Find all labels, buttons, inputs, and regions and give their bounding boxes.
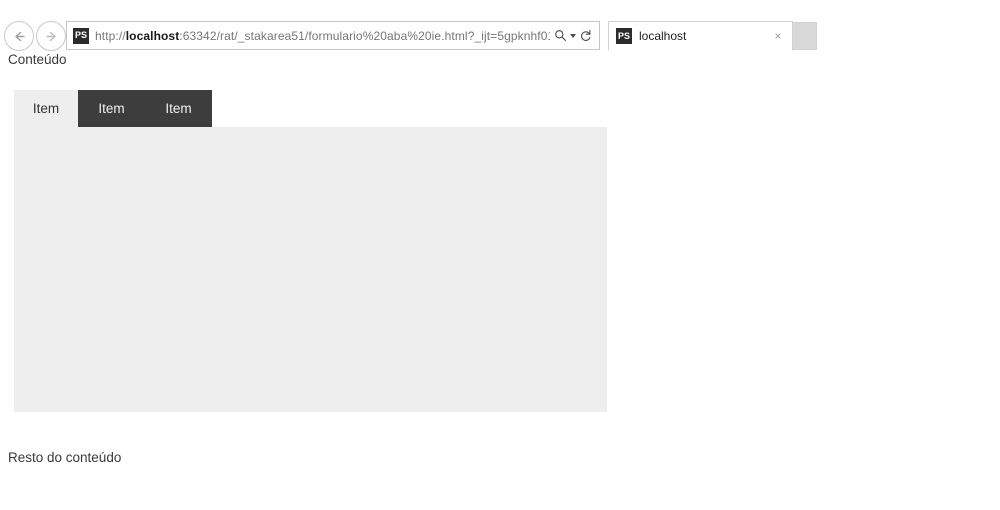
page-heading: Conteúdo — [8, 52, 67, 67]
address-bar[interactable]: PS http://localhost:63342/rat/_stakarea5… — [66, 21, 600, 50]
phpstorm-favicon: PS — [73, 27, 89, 44]
url-text[interactable]: http://localhost:63342/rat/_stakarea51/f… — [95, 29, 550, 43]
refresh-icon[interactable] — [579, 29, 592, 43]
browser-tabstrip: PS localhost × — [608, 21, 817, 51]
arrow-left-icon — [11, 28, 28, 45]
browser-tab-title: localhost — [639, 29, 687, 43]
browser-chrome: PS http://localhost:63342/rat/_stakarea5… — [0, 0, 1000, 52]
url-rest: :63342/rat/_stakarea51/formulario%20aba%… — [179, 28, 550, 43]
tab-panel — [14, 127, 607, 412]
new-tab-button[interactable] — [793, 22, 817, 50]
tab-item-2[interactable]: Item — [145, 90, 212, 127]
tab-item-1-label: Item — [98, 101, 125, 116]
tab-favicon: PS — [616, 28, 632, 44]
tab-item-0[interactable]: Item — [14, 90, 78, 127]
favicon-label: PS — [74, 30, 87, 40]
close-icon[interactable]: × — [771, 29, 785, 43]
back-button[interactable] — [4, 21, 34, 51]
navigation-buttons — [4, 21, 66, 51]
chevron-down-icon[interactable] — [570, 33, 576, 38]
tab-item-1[interactable]: Item — [78, 90, 145, 127]
tab-widget-tablist: Item Item Item — [14, 90, 607, 127]
url-prefix: http:// — [95, 28, 126, 43]
forward-button[interactable] — [36, 21, 66, 51]
search-icon[interactable] — [554, 29, 567, 42]
tab-widget: Item Item Item — [14, 90, 607, 412]
browser-tab-localhost[interactable]: PS localhost × — [608, 21, 793, 51]
url-host: localhost — [125, 28, 180, 43]
tab-item-0-label: Item — [32, 101, 60, 116]
tab-item-2-label: Item — [165, 101, 192, 116]
footer-text: Resto do conteúdo — [8, 450, 122, 465]
address-bar-icons — [550, 29, 599, 43]
arrow-right-icon — [43, 28, 60, 45]
page-content: Conteúdo Item Item Item Resto do conteúd… — [0, 52, 1000, 510]
tab-favicon-label: PS — [617, 30, 630, 41]
